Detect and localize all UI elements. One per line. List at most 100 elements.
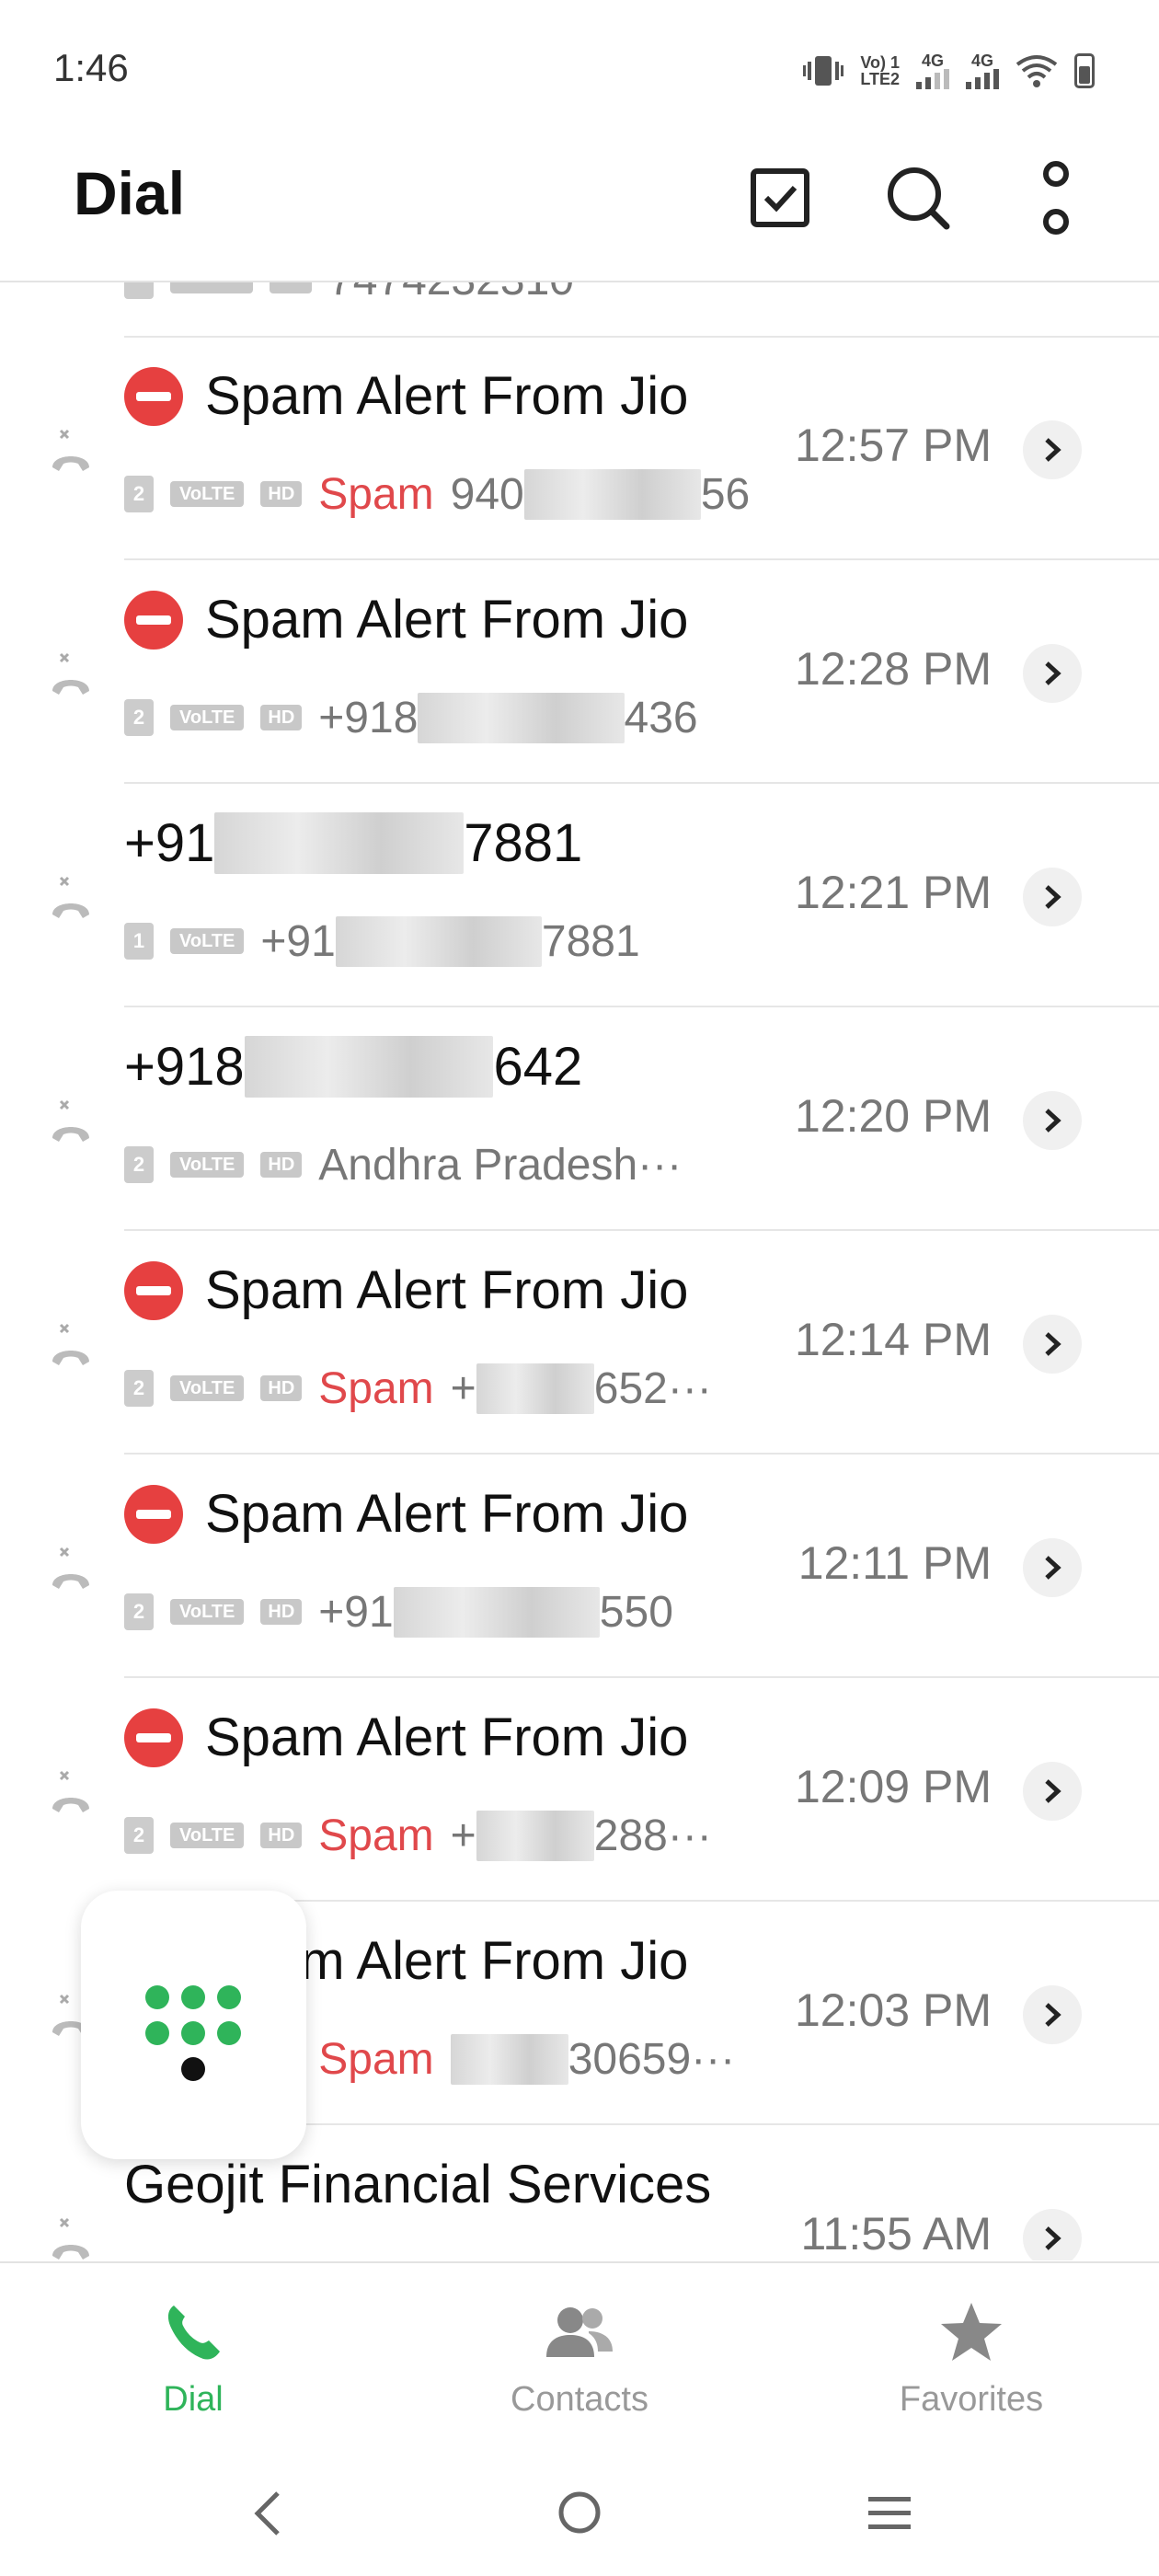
call-number: + (450, 1811, 476, 1860)
volte-badge: VoLTE (170, 705, 245, 730)
call-log-item[interactable]: Spam Alert From Jio 2 VoLTE HD Spam 940XXXXX… (0, 338, 1159, 560)
recents-icon[interactable] (866, 2493, 912, 2534)
select-button[interactable] (739, 156, 821, 239)
missed-call-icon (52, 876, 89, 918)
call-number: Andhra Pradesh··· (318, 1140, 683, 1190)
caller-name: +91 (124, 813, 215, 873)
call-log-item[interactable]: Spam Alert From Jio 2 VoLTE HD +918XXXXXXX4… (0, 561, 1159, 784)
divider (124, 1676, 1159, 1678)
missed-call-icon (52, 1099, 89, 1142)
divider (124, 782, 1159, 784)
redacted-digits: XXXXXXX (418, 692, 625, 743)
call-details-button[interactable] (1023, 1762, 1082, 1821)
call-number-group: 940XXXXXX56 (451, 468, 750, 520)
call-details: 2 VoLTE HD Andhra Pradesh··· (124, 1137, 682, 1192)
call-time: 12:09 PM (794, 1761, 992, 1812)
call-details-button[interactable] (1023, 1091, 1082, 1150)
call-details-button[interactable] (1023, 868, 1082, 926)
spam-warning-icon (124, 1708, 183, 1767)
caller-name: +918 (124, 1037, 245, 1097)
search-button[interactable] (877, 156, 959, 239)
spam-warning-icon (124, 1260, 183, 1320)
call-number: +918 (318, 693, 419, 742)
call-time: 12:03 PM (794, 1984, 992, 2036)
spam-label: Spam (318, 2034, 434, 2084)
call-log-item[interactable]: Spam Alert From Jio 2 VoLTE HD Spam +XXXX652… (0, 1232, 1159, 1455)
call-log-item[interactable]: Spam Alert From Jio 2 VoLTE HD Spam +XXXX288… (0, 1679, 1159, 1902)
caller-name: Geojit Financial Services (124, 2155, 712, 2214)
battery-icon (1074, 53, 1095, 88)
missed-call-icon (52, 1547, 89, 1589)
divider (124, 558, 1159, 560)
caller-name-end: 642 (493, 1037, 583, 1097)
call-details-button[interactable] (1023, 420, 1082, 479)
chevron-right-icon (1045, 1779, 1061, 1803)
call-log-item[interactable]: Spam Alert From Jio 2 VoLTE HD +91XXXXXXX55… (0, 1455, 1159, 1678)
sim-badge: 2 (124, 699, 154, 736)
redacted-digits: XXXX (450, 2033, 568, 2085)
divider (124, 1453, 1159, 1455)
signal-sim1: 4G (916, 52, 949, 89)
redacted-digits: XXXXXXX (214, 812, 465, 874)
select-checkbox-icon (751, 168, 809, 227)
redacted-digits: XXXX (476, 1810, 594, 1861)
volte-badge: VoLTE (170, 928, 245, 954)
app-bar: Dial (0, 138, 1159, 282)
call-details: 2 VoLTE HD Spam +XXXX652··· (124, 1361, 712, 1416)
chevron-right-icon (1045, 885, 1061, 909)
back-icon[interactable] (250, 2490, 287, 2537)
call-details: 1 VoLTE +91XXXXXXX7881 (124, 914, 640, 969)
call-log-item[interactable]: +91XXXXXXX7881 1 VoLTE +91XXXXXXX7881 12:2… (0, 785, 1159, 1007)
sim-badge: 2 (124, 1817, 154, 1854)
page-title: Dial (74, 159, 186, 227)
caller-name-end: 7881 (464, 813, 583, 873)
tab-contacts[interactable]: Contacts (442, 2300, 717, 2420)
volte-badge: VoLTE (170, 1823, 245, 1848)
star-icon (941, 2303, 1002, 2361)
partial-list-item[interactable]: 7474232310 (0, 282, 1159, 338)
caller-name: Spam Alert From Jio (205, 1708, 689, 1767)
volte-badge (170, 282, 253, 293)
call-details: 2 VoLTE HD +918XXXXXXX436 (124, 690, 698, 745)
dialpad-button[interactable] (81, 1891, 306, 2159)
call-details-button[interactable] (1023, 644, 1082, 703)
caller-name-line: Spam Alert From Jio (124, 365, 688, 427)
call-number-group: +91XXXXXXX550 (318, 1586, 673, 1638)
status-icons: Vo) 1 LTE2 4G 4G (803, 48, 1095, 94)
tab-label: Favorites (899, 2380, 1044, 2419)
bottom-navigation: Dial Contacts Favorites (0, 2261, 1159, 2447)
call-number-group: XXXX30659··· (450, 2033, 735, 2085)
chevron-right-icon (1045, 2003, 1061, 2027)
tab-dial[interactable]: Dial (55, 2300, 331, 2420)
missed-call-icon (52, 429, 89, 471)
sim-badge (124, 282, 154, 299)
missed-call-icon (52, 1323, 89, 1365)
volte-badge: VoLTE (170, 1375, 245, 1401)
phone-icon (167, 2306, 220, 2360)
caller-name: Spam Alert From Jio (205, 1260, 689, 1320)
home-icon[interactable] (557, 2490, 602, 2536)
signal-sim2: 4G (966, 52, 999, 89)
call-details: 2 VoLTE HD +91XXXXXXX550 (124, 1584, 673, 1639)
call-details-button[interactable] (1023, 1538, 1082, 1597)
caller-name: Spam Alert From Jio (205, 590, 689, 650)
system-navigation (0, 2445, 1159, 2576)
call-details-button[interactable] (1023, 2209, 1082, 2260)
vibrate-icon (803, 56, 844, 86)
volte-badge: VoLTE (170, 1599, 245, 1625)
redacted-digits: XXXX (476, 1363, 594, 1414)
tab-favorites[interactable]: Favorites (833, 2300, 1109, 2420)
caller-name-line: Geojit Financial Services (124, 2154, 711, 2215)
call-time: 12:21 PM (794, 867, 992, 918)
call-details-button[interactable] (1023, 1985, 1082, 2044)
more-options-button[interactable] (1015, 156, 1097, 239)
chevron-right-icon (1045, 1332, 1061, 1356)
caller-name-line: +91XXXXXXX7881 (124, 812, 582, 874)
missed-call-icon (52, 1770, 89, 1812)
call-number-group: +XXXX652··· (451, 1363, 712, 1414)
sim-badge: 1 (124, 923, 154, 960)
call-log-item[interactable]: +918XXXXXXX642 2 VoLTE HD Andhra Pradesh···… (0, 1008, 1159, 1231)
chevron-right-icon (1045, 1556, 1061, 1580)
contacts-icon (546, 2307, 613, 2357)
call-details-button[interactable] (1023, 1315, 1082, 1374)
